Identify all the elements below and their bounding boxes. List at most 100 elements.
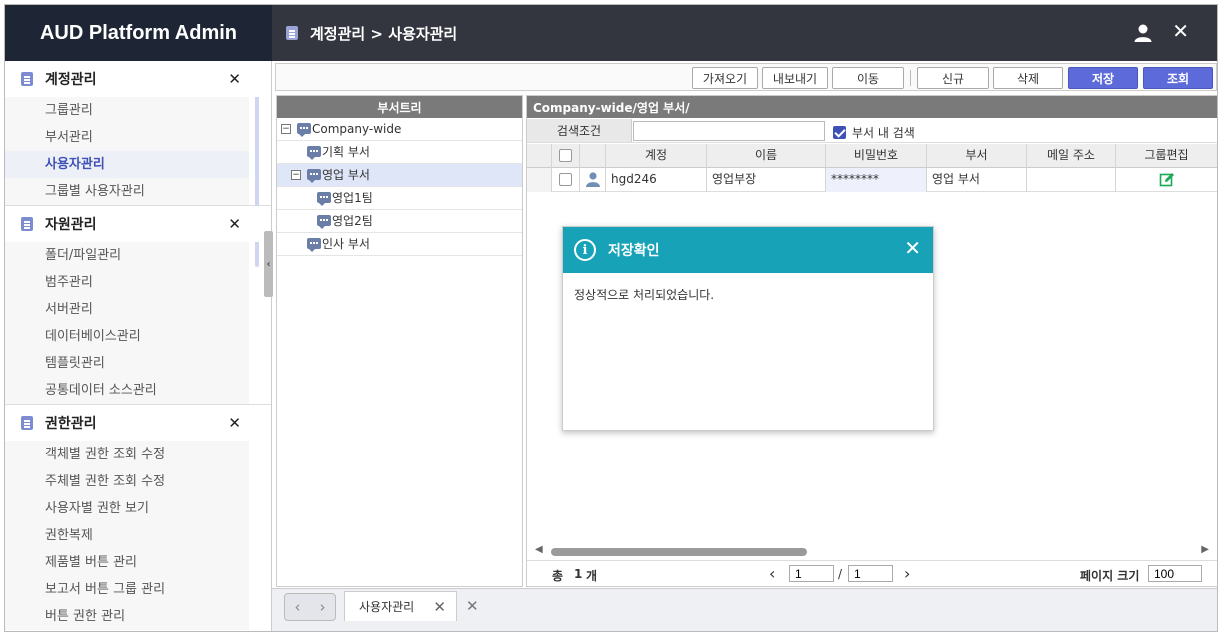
sidebar-item-report-button[interactable]: 보고서 버튼 그룹 관리 (5, 576, 249, 603)
tree-node-sales-team1[interactable]: 영업1팀 (277, 187, 522, 210)
next-page-icon[interactable]: › (904, 564, 910, 583)
app-window: AUD Platform Admin 계정관리 > 사용자관리 ✕ 계정관리 ✕… (4, 4, 1218, 632)
select-all-checkbox[interactable] (559, 149, 572, 162)
close-icon[interactable]: ✕ (1172, 21, 1189, 41)
sidebar-group-title[interactable]: 계정관리 ✕ (5, 61, 271, 97)
row-indicator (527, 168, 552, 192)
sidebar-item-folder[interactable]: 폴더/파일관리 (5, 242, 249, 269)
close-all-tabs-icon[interactable]: ✕ (466, 597, 479, 615)
sidebar-item-datasource[interactable]: 공통데이터 소스관리 (5, 377, 249, 404)
comment-icon (317, 192, 331, 206)
horizontal-scrollbar[interactable]: ◀ ▶ (535, 544, 1209, 556)
total-unit: 개 (586, 569, 598, 583)
tab-next-icon[interactable]: › (320, 598, 326, 616)
col-password[interactable]: 비밀번호 (826, 144, 927, 168)
sidebar: 계정관리 ✕ 그룹관리 부서관리 사용자관리 그룹별 사용자관리 자원관리 ✕ … (5, 61, 272, 631)
search-within-checkbox[interactable] (833, 126, 846, 139)
document-icon (21, 217, 33, 231)
cell-dept: 영업 부서 (927, 168, 1027, 192)
page-size-input[interactable] (1148, 565, 1202, 582)
sidebar-item-user-perm[interactable]: 사용자별 권한 보기 (5, 495, 249, 522)
tab-user-management[interactable]: 사용자관리 ✕ (344, 591, 457, 621)
delete-button[interactable]: 삭제 (993, 67, 1063, 89)
toolbar-divider (910, 70, 911, 86)
cell-group-edit (1116, 168, 1217, 192)
total-label: 총 (552, 569, 564, 583)
dialog-header: i 저장확인 ✕ (563, 227, 933, 273)
table-header: 계정 이름 비밀번호 부서 메일 주소 그룹편집 (527, 144, 1217, 168)
close-icon[interactable]: ✕ (228, 414, 241, 432)
sidebar-item-server[interactable]: 서버관리 (5, 296, 249, 323)
sidebar-collapse-handle[interactable]: ‹ (264, 231, 273, 297)
tree-node-planning[interactable]: 기획 부서 (277, 141, 522, 164)
tree-node-hr[interactable]: 인사 부서 (277, 233, 522, 256)
save-button[interactable]: 저장 (1068, 67, 1138, 89)
comment-icon (307, 146, 321, 160)
sidebar-item-group[interactable]: 그룹관리 (5, 97, 249, 124)
comment-icon (307, 169, 321, 183)
new-button[interactable]: 신규 (917, 67, 989, 89)
col-group-edit[interactable]: 그룹편집 (1116, 144, 1217, 168)
save-confirm-dialog: i 저장확인 ✕ 정상적으로 처리되었습니다. (562, 226, 934, 431)
tree-node-sales-team2[interactable]: 영업2팀 (277, 210, 522, 233)
cell-password[interactable]: ******** (826, 168, 927, 192)
search-condition-label: 검색조건 (527, 119, 632, 142)
edit-icon[interactable] (1159, 172, 1175, 188)
scroll-right-icon[interactable]: ▶ (1201, 544, 1209, 555)
import-button[interactable]: 가져오기 (692, 67, 758, 89)
cell-name: 영업부장 (707, 168, 826, 192)
tree-node-sales[interactable]: − 영업 부서 (277, 164, 522, 187)
sidebar-group-title[interactable]: 자원관리 ✕ (5, 206, 271, 242)
sidebar-item-button-perm[interactable]: 버튼 권한 관리 (5, 603, 249, 630)
page-input[interactable] (789, 565, 834, 582)
scrollbar-thumb[interactable] (551, 548, 807, 556)
tab-prev-icon[interactable]: ‹ (295, 598, 301, 616)
sidebar-group-title[interactable]: 권한관리 ✕ (5, 405, 271, 441)
close-icon[interactable]: ✕ (228, 215, 241, 233)
sidebar-group-permission: 권한관리 ✕ 객체별 권한 조회 수정 주체별 권한 조회 수정 사용자별 권한… (5, 405, 271, 630)
document-icon (21, 416, 33, 430)
search-input[interactable] (633, 121, 825, 141)
sidebar-item-database[interactable]: 데이터베이스관리 (5, 323, 249, 350)
tree-node-company[interactable]: − Company-wide (277, 118, 522, 141)
sidebar-item-object-perm[interactable]: 객체별 권한 조회 수정 (5, 441, 249, 468)
dept-tree-panel: 부서트리 − Company-wide 기획 부서 − 영업 부서 영업1팀 영… (276, 95, 523, 587)
sidebar-item-template[interactable]: 템플릿관리 (5, 350, 249, 377)
sidebar-item-perm-copy[interactable]: 권한복제 (5, 522, 249, 549)
export-button[interactable]: 내보내기 (762, 67, 828, 89)
page-count (848, 565, 893, 582)
collapse-toggle-icon[interactable]: − (281, 124, 291, 134)
dialog-close-icon[interactable]: ✕ (904, 238, 921, 258)
sidebar-item-dept[interactable]: 부서관리 (5, 124, 249, 151)
comment-icon (297, 123, 311, 137)
tree-title: 부서트리 (277, 96, 522, 118)
search-within-dept[interactable]: 부서 내 검색 (833, 124, 915, 141)
col-email[interactable]: 메일 주소 (1027, 144, 1116, 168)
close-icon[interactable]: ✕ (228, 70, 241, 88)
sidebar-item-category[interactable]: 범주관리 (5, 269, 249, 296)
sidebar-item-user[interactable]: 사용자관리 (5, 151, 249, 178)
dialog-title: 저장확인 (608, 243, 660, 259)
info-icon: i (574, 239, 596, 261)
prev-page-icon[interactable]: ‹ (769, 564, 775, 583)
col-dept[interactable]: 부서 (927, 144, 1027, 168)
sidebar-item-group-user[interactable]: 그룹별 사용자관리 (5, 178, 249, 205)
user-icon[interactable] (1133, 23, 1153, 43)
icon-header (580, 144, 606, 168)
collapse-toggle-icon[interactable]: − (291, 170, 301, 180)
sidebar-item-subject-perm[interactable]: 주체별 권한 조회 수정 (5, 468, 249, 495)
tab-nav-arrows: ‹ › (284, 593, 336, 621)
col-account[interactable]: 계정 (606, 144, 707, 168)
search-button[interactable]: 조회 (1143, 67, 1213, 89)
breadcrumb: 계정관리 > 사용자관리 (286, 23, 457, 44)
document-icon (286, 26, 298, 40)
move-button[interactable]: 이동 (832, 67, 904, 89)
row-checkbox[interactable] (559, 173, 572, 186)
search-row: 검색조건 부서 내 검색 (527, 119, 1217, 143)
table-row[interactable]: hgd246 영업부장 ******** 영업 부서 (527, 168, 1217, 192)
tab-close-icon[interactable]: ✕ (433, 598, 446, 616)
col-name[interactable]: 이름 (707, 144, 826, 168)
scroll-left-icon[interactable]: ◀ (535, 544, 543, 555)
dialog-message: 정상적으로 처리되었습니다. (574, 288, 715, 302)
sidebar-item-product-button[interactable]: 제품별 버튼 관리 (5, 549, 249, 576)
